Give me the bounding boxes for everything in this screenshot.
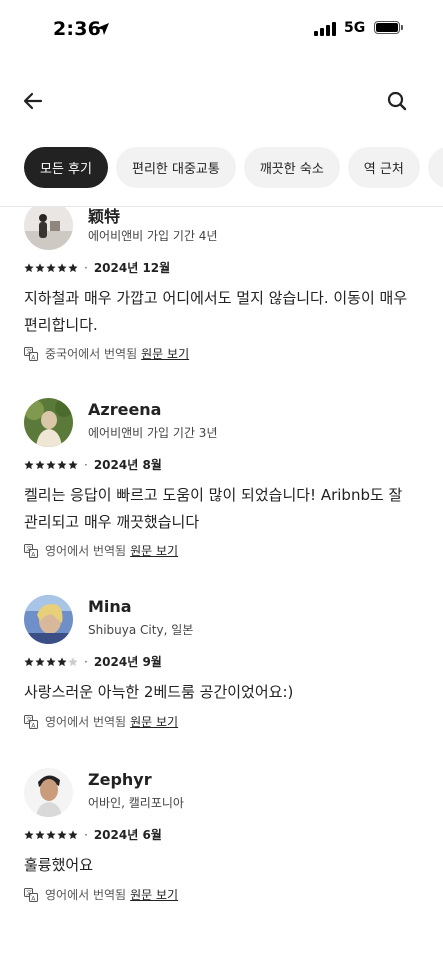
- star-icon: [24, 459, 34, 469]
- star-icon: [68, 262, 78, 272]
- meta-separator: ·: [84, 654, 88, 669]
- translate-icon: 文 A: [24, 346, 38, 361]
- translated-from: 영어에서 번역됨: [45, 715, 127, 729]
- translated-from: 영어에서 번역됨: [45, 544, 127, 558]
- star-icon: [35, 262, 45, 272]
- avatar[interactable]: [24, 207, 73, 250]
- star-icon: [46, 262, 56, 272]
- reviewer-subtitle: Shibuya City, 일본: [88, 623, 194, 637]
- review-date: 2024년 9월: [93, 655, 162, 669]
- reviewer-subtitle: 에어비앤비 가입 기간 3년: [88, 426, 218, 440]
- star-icon: [68, 459, 78, 469]
- star-icon: [46, 829, 56, 839]
- review-meta: · 2024년 6월: [24, 826, 162, 843]
- reviewer: Zephyr 어바인, 캘리포니아: [24, 768, 419, 820]
- reviewer-subtitle: 에어비앤비 가입 기간 4년: [88, 229, 218, 243]
- star-rating: [24, 656, 78, 667]
- filter-chip-all[interactable]: 모든 후기: [24, 147, 108, 188]
- reviewer: Mina Shibuya City, 일본: [24, 595, 419, 647]
- star-icon: [68, 656, 78, 666]
- review-item: Mina Shibuya City, 일본 · 2024년 9월 사랑스러운 아…: [24, 595, 419, 735]
- star-icon: [24, 262, 34, 272]
- filter-chip-transit[interactable]: 편리한 대중교통: [115, 147, 236, 188]
- reviewer-name: Mina: [88, 597, 132, 616]
- review-item: Zephyr 어바인, 캘리포니아 · 2024년 6월 훌륭했어요 文 A 영…: [24, 768, 419, 908]
- review-date: 2024년 8월: [93, 458, 162, 472]
- review-text: 사랑스러운 아늑한 2베드룸 공간이었어요:): [24, 683, 294, 701]
- translation-note: 文 A 영어에서 번역됨 원문 보기: [24, 713, 178, 730]
- arrow-left-icon: [23, 92, 43, 110]
- avatar[interactable]: [24, 595, 73, 644]
- translation-note: 文 A 중국어에서 번역됨 원문 보기: [24, 345, 189, 362]
- back-button[interactable]: [20, 88, 46, 114]
- star-rating: [24, 829, 78, 840]
- star-icon: [57, 829, 67, 839]
- battery-cap: [401, 25, 403, 30]
- filter-chip-clean[interactable]: 깨끗한 숙소: [243, 147, 340, 188]
- review-text: 지하철과 매우 가깝고 어디에서도 멀지 않습니다. 이동이 매우 편리합니다.: [24, 289, 408, 334]
- review-text: 켈리는 응답이 빠르고 도움이 많이 되었습니다! Aribnb도 잘 관리되고…: [24, 486, 403, 531]
- review-text: 훌륭했어요: [24, 856, 94, 874]
- review-meta: · 2024년 8월: [24, 456, 162, 473]
- translation-note: 文 A 영어에서 번역됨 원문 보기: [24, 542, 178, 559]
- filter-chips: 모든 후기 편리한 대중교통 깨끗한 숙소 역 근처 신속: [24, 147, 443, 189]
- review-meta: · 2024년 12월: [24, 259, 170, 276]
- status-bar: 2:36 5G: [0, 0, 443, 60]
- star-icon: [57, 459, 67, 469]
- reviewer-name: Zephyr: [88, 770, 152, 789]
- star-icon: [57, 262, 67, 272]
- view-original-link[interactable]: 원문 보기: [130, 886, 178, 903]
- view-original-link[interactable]: 원문 보기: [141, 345, 189, 362]
- translate-icon: 文 A: [24, 887, 38, 902]
- translate-icon: 文 A: [24, 543, 38, 558]
- meta-separator: ·: [84, 260, 88, 275]
- star-icon: [46, 459, 56, 469]
- star-icon: [57, 656, 67, 666]
- star-rating: [24, 459, 78, 470]
- reviewer-name: Azreena: [88, 400, 162, 419]
- top-nav: [0, 80, 443, 120]
- translated-from: 영어에서 번역됨: [45, 888, 127, 902]
- star-icon: [24, 656, 34, 666]
- reviewer: Azreena 에어비앤비 가입 기간 3년: [24, 398, 419, 450]
- review-date: 2024년 6월: [93, 828, 162, 842]
- search-button[interactable]: [384, 88, 410, 114]
- search-icon: [387, 91, 407, 111]
- view-original-link[interactable]: 원문 보기: [130, 713, 178, 730]
- star-icon: [35, 656, 45, 666]
- location-arrow-icon: [97, 23, 109, 35]
- translate-icon: 文 A: [24, 714, 38, 729]
- meta-separator: ·: [84, 457, 88, 472]
- filter-chip-quick[interactable]: 신속: [427, 147, 443, 188]
- network-label: 5G: [344, 20, 366, 36]
- star-icon: [35, 829, 45, 839]
- avatar[interactable]: [24, 398, 73, 447]
- review-item: Azreena 에어비앤비 가입 기간 3년 · 2024년 8월 켈리는 응답…: [24, 398, 419, 568]
- signal-icon: [314, 22, 336, 36]
- translated-from: 중국어에서 번역됨: [45, 347, 138, 361]
- reviewer-name: 颖特: [88, 207, 121, 226]
- star-icon: [46, 656, 56, 666]
- meta-separator: ·: [84, 827, 88, 842]
- translation-note: 文 A 영어에서 번역됨 원문 보기: [24, 886, 178, 903]
- review-meta: · 2024년 9월: [24, 653, 162, 670]
- star-rating: [24, 262, 78, 273]
- reviews-list: 颖特 에어비앤비 가입 기간 4년 · 2024년 12월 지하철과 매우 가깝…: [0, 207, 443, 960]
- reviewer: 颖特 에어비앤비 가입 기간 4년: [24, 207, 419, 253]
- star-icon: [24, 829, 34, 839]
- avatar[interactable]: [24, 768, 73, 817]
- filter-chip-station[interactable]: 역 근처: [347, 147, 420, 188]
- star-icon: [68, 829, 78, 839]
- reviewer-subtitle: 어바인, 캘리포니아: [88, 796, 184, 810]
- status-time: 2:36: [53, 18, 102, 40]
- review-item: 颖特 에어비앤비 가입 기간 4년 · 2024년 12월 지하철과 매우 가깝…: [24, 207, 419, 371]
- review-date: 2024년 12월: [93, 261, 171, 275]
- view-original-link[interactable]: 원문 보기: [130, 542, 178, 559]
- battery-icon: [374, 21, 400, 34]
- star-icon: [35, 459, 45, 469]
